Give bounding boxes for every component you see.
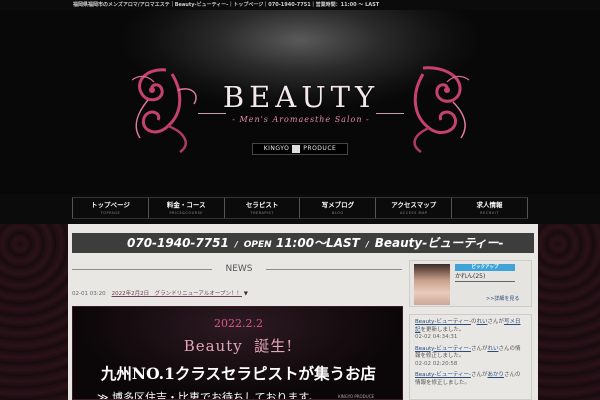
nav-sublabel: BLOG (332, 211, 344, 215)
logo-title: BEAUTY (222, 80, 380, 114)
nav-label: セラピスト (245, 201, 279, 209)
nav-label: アクセスマップ (391, 201, 437, 209)
activity-feed: Beauty-ビューティー-のれいさんが写メ日記を更新しました。 02-02 0… (409, 314, 532, 400)
nav-item-top[interactable]: トップページ TOPPAGE (72, 198, 148, 218)
info-bar: 070-1940-7751 / OPEN 11:00〜LAST / Beauty-ビュー… (72, 233, 534, 253)
news-heading: NEWS (72, 262, 402, 276)
brand-left-text: KINGYO (263, 145, 290, 152)
activity-text: 情報を修正しました。 (415, 379, 471, 386)
banner-sub-text: ≫ 博多区住吉・比恵でお待ちしております。 (97, 391, 320, 400)
news-item[interactable]: 02-01 03:20 2022年2月2日 グランドリニューアルオープン！！ ▼ (72, 289, 402, 299)
nav-sublabel: THERAPIST (250, 211, 274, 215)
main-nav: トップページ TOPPAGE 料金・コース PRICE&COURSE セラピスト… (72, 197, 528, 219)
banner-main-text: 九州NO.1クラスセラピストが集うお店 (100, 364, 377, 383)
shop-name: Beauty-ビューティー- (374, 236, 504, 250)
activity-item: Beauty-ビューティー-のれいさんが写メ日記を更新しました。 02-02 0… (415, 319, 526, 342)
ornament-left-icon (131, 68, 197, 154)
nav-sublabel: PRICE&COURSE (169, 211, 204, 215)
banner-date: 2022.2.2 (214, 317, 263, 330)
logo-subtitle: - Men's Aromaesthe Salon - (232, 115, 370, 124)
activity-therapist-link[interactable]: れい (487, 346, 498, 352)
kingyo-produce-badge: KINGYO PRODUCE (252, 143, 348, 155)
activity-text: さんが (470, 372, 488, 378)
banner-brand: Beauty (183, 337, 243, 355)
nav-item-price[interactable]: 料金・コース PRICE&COURSE (147, 198, 224, 218)
business-hours: 11:00〜LAST (275, 236, 360, 250)
logo-divider-right (376, 113, 404, 114)
logo-divider-left (198, 113, 226, 114)
activity-item: Beauty-ビューティー-さんがれいさんの情報を修正しました。 02-02 0… (415, 346, 526, 369)
banner-born-text: 誕生! (254, 337, 294, 355)
nav-sublabel: ACCESS MAP (399, 211, 428, 215)
news-line-left (72, 269, 212, 270)
activity-text: さんが (470, 345, 488, 352)
activity-text: さんの (504, 372, 521, 378)
nav-label: 料金・コース (166, 201, 206, 209)
phone-number[interactable]: 070-1940-7751 (127, 236, 229, 250)
details-link[interactable]: >>詳細を見る (486, 295, 519, 302)
site-logo[interactable]: BEAUTY - Men's Aromaesthe Salon - (128, 60, 473, 155)
ornament-right-icon (413, 66, 470, 154)
banner-born: Beauty 誕生! (73, 335, 402, 356)
separator: / (365, 240, 369, 249)
nav-item-access[interactable]: アクセスマップ ACCESS MAP (375, 198, 451, 218)
brand-right-text: PRODUCE (303, 145, 337, 152)
pickup-badge: ピックアップ (455, 264, 515, 271)
activity-time: 02-02 02:20:58 (415, 360, 458, 367)
pickup-panel: ピックアップ かれん(25) >>詳細を見る (409, 260, 532, 307)
therapist-name[interactable]: かれん(25) (455, 272, 515, 282)
nav-label: トップページ (90, 201, 130, 209)
nav-sublabel: RECRUIT (480, 211, 499, 215)
side-pattern-right (538, 224, 600, 400)
news-title: NEWS (225, 264, 253, 274)
activity-text: さんが (487, 319, 505, 325)
activity-shop-link[interactable]: Beauty-ビューティー- (415, 346, 471, 352)
expand-arrow-icon[interactable]: ▼ (244, 291, 248, 297)
activity-text: さんの (498, 345, 516, 352)
news-date: 02-01 03:20 (72, 291, 106, 297)
kingyo-logo-icon (292, 144, 301, 153)
nav-label: 写メブログ (321, 201, 355, 209)
banner-badge: KINGYO PRODUCE (338, 394, 375, 399)
activity-shop-link[interactable]: Beauty-ビューティー- (415, 372, 471, 378)
nav-item-therapist[interactable]: セラピスト THERAPIST (223, 198, 300, 218)
activity-time: 02-02 04:34:31 (415, 334, 458, 340)
activity-therapist-link[interactable]: れい (476, 319, 487, 325)
renewal-banner[interactable]: 2022.2.2 Beauty 誕生! 九州NO.1クラスセラピストが集うお店 … (72, 306, 403, 400)
header-info-text: 福岡県福岡市のメンズアロマ/アロマエステ｜Beauty-ビューティー-｜トップペ… (73, 2, 380, 8)
news-line-right (266, 269, 402, 270)
news-link[interactable]: 2022年2月2日 グランドリニューアルオープン！！ (112, 291, 242, 297)
therapist-photo[interactable] (414, 264, 450, 305)
nav-sublabel: TOPPAGE (100, 211, 121, 215)
activity-shop-link[interactable]: Beauty-ビューティー- (415, 319, 471, 325)
open-label: OPEN (243, 240, 272, 250)
activity-text: を更新しました。 (420, 326, 465, 333)
nav-item-blog[interactable]: 写メブログ BLOG (299, 198, 375, 218)
nav-item-recruit[interactable]: 求人情報 RECRUIT (451, 198, 528, 218)
nav-label: 求人情報 (476, 201, 503, 209)
side-pattern-left (0, 224, 68, 400)
activity-item: Beauty-ビューティー-さんがあかりさんの情報を修正しました。 (415, 372, 526, 387)
separator: / (234, 240, 238, 249)
activity-therapist-link[interactable]: あかり (487, 372, 504, 378)
